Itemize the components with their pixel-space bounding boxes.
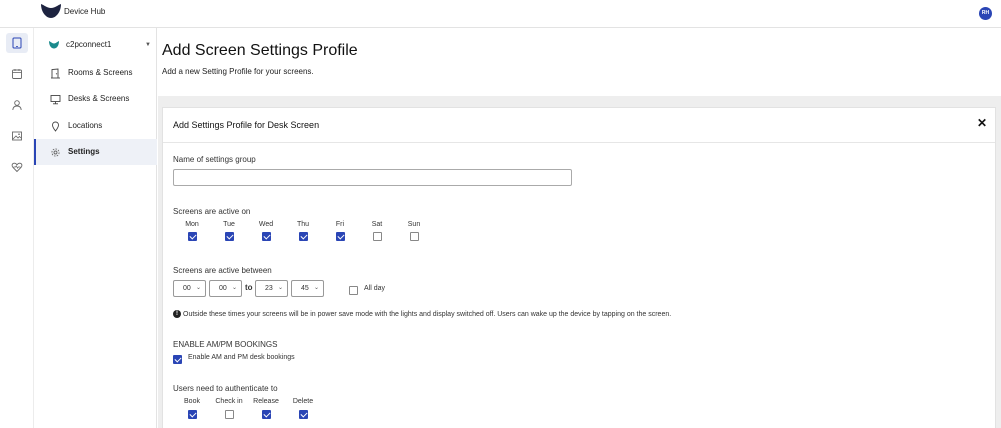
day-wed-checkbox[interactable] <box>261 232 271 241</box>
nav-item-label: Locations <box>68 121 103 130</box>
rail-person-button[interactable] <box>6 95 28 115</box>
chevron-down-icon: ⌄ <box>277 285 283 291</box>
day-name: Fri <box>335 221 345 228</box>
rail-tablet-button[interactable] <box>6 33 28 53</box>
day-sat-checkbox[interactable] <box>372 232 382 241</box>
day-fri-checkbox[interactable] <box>335 232 345 241</box>
select-value: 00 <box>219 285 227 292</box>
day-tue-checkbox[interactable] <box>224 232 234 241</box>
user-avatar[interactable]: RH <box>979 7 992 20</box>
select-value: 00 <box>183 285 191 292</box>
rail-image-button[interactable] <box>6 126 28 146</box>
card-title: Add Settings Profile for Desk Screen <box>173 120 320 130</box>
ampm-heading: ENABLE AM/PM BOOKINGS <box>173 340 278 349</box>
info-icon: ! <box>173 310 181 318</box>
auth-option-name: Delete <box>292 398 314 405</box>
day-name: Mon <box>185 221 199 228</box>
day-name: Tue <box>223 221 235 228</box>
tablet-icon <box>12 37 22 49</box>
day-wed: Wed <box>252 221 280 246</box>
auth-release-checkbox[interactable] <box>261 410 271 419</box>
select-value: 23 <box>265 285 273 292</box>
person-icon <box>12 100 22 111</box>
auth-delete: Delete <box>287 398 319 424</box>
day-thu: Thu <box>289 221 317 246</box>
monitor-icon <box>50 95 61 105</box>
name-field-label: Name of settings group <box>173 155 256 164</box>
ampm-label: Enable AM and PM desk bookings <box>188 354 295 361</box>
nav-item-label: Settings <box>68 147 100 156</box>
auth-check-in: Check in <box>213 398 245 424</box>
auth-book: Book <box>176 398 208 424</box>
end-minute-select[interactable]: 45 ⌄ <box>291 280 324 297</box>
active-on-label: Screens are active on <box>173 207 251 216</box>
close-button[interactable]: ✕ <box>976 116 988 130</box>
day-name: Wed <box>258 221 274 228</box>
auth-option-name: Check in <box>215 398 243 405</box>
start-hour-select[interactable]: 00 ⌄ <box>173 280 206 297</box>
card-header: Add Settings Profile for Desk Screen ✕ <box>163 108 995 143</box>
calendar-icon <box>12 69 22 79</box>
image-icon <box>12 131 22 141</box>
page-subtitle: Add a new Setting Profile for your scree… <box>162 67 314 76</box>
nav-item-label: Rooms & Screens <box>68 68 133 77</box>
all-day-label: All day <box>364 285 386 292</box>
location-pin-icon <box>52 121 59 132</box>
auth-book-checkbox[interactable] <box>187 410 197 419</box>
nav-item-desks-screens[interactable]: Desks & Screens <box>34 86 157 112</box>
active-between-label: Screens are active between <box>173 266 272 275</box>
door-icon <box>51 68 60 79</box>
icon-rail <box>0 28 34 428</box>
select-value: 45 <box>301 285 309 292</box>
ampm-checkbox[interactable] <box>173 355 182 364</box>
heart-pulse-icon <box>11 162 23 173</box>
gear-icon <box>51 148 60 157</box>
org-name: c2pconnect1 <box>66 40 112 49</box>
to-label: to <box>245 283 253 292</box>
page-header: Add Screen Settings Profile Add a new Se… <box>158 28 1001 96</box>
device-hub-logo <box>41 4 61 18</box>
app-title: Device Hub <box>64 7 106 16</box>
day-name: Sat <box>371 221 383 228</box>
power-save-note: ! Outside these times your screens will b… <box>173 310 671 318</box>
org-logo-icon <box>49 41 59 49</box>
rail-health-button[interactable] <box>6 157 28 177</box>
page-title: Add Screen Settings Profile <box>162 42 358 59</box>
auth-option-name: Book <box>184 398 200 405</box>
org-selector[interactable]: c2pconnect1 ▼ <box>34 34 157 56</box>
auth-label: Users need to authenticate to <box>173 384 278 393</box>
day-name: Thu <box>296 221 310 228</box>
end-hour-select[interactable]: 23 ⌄ <box>255 280 288 297</box>
side-nav: c2pconnect1 ▼ Rooms & Screens Desks & Sc… <box>34 28 157 428</box>
day-sun: Sun <box>400 221 428 246</box>
chevron-down-icon: ⌄ <box>231 285 237 291</box>
chevron-down-icon: ⌄ <box>195 285 201 291</box>
auth-check-in-checkbox[interactable] <box>224 410 234 419</box>
chevron-down-icon: ⌄ <box>313 285 319 291</box>
day-tue: Tue <box>215 221 243 246</box>
nav-item-rooms-screens[interactable]: Rooms & Screens <box>34 60 157 86</box>
chevron-down-icon: ▼ <box>145 42 151 48</box>
auth-release: Release <box>250 398 282 424</box>
day-sun-checkbox[interactable] <box>409 232 419 241</box>
nav-item-label: Desks & Screens <box>68 94 130 103</box>
rail-calendar-button[interactable] <box>6 64 28 84</box>
auth-delete-checkbox[interactable] <box>298 410 308 419</box>
auth-option-name: Release <box>253 398 279 405</box>
nav-item-settings[interactable]: Settings <box>34 139 157 165</box>
settings-profile-card: Add Settings Profile for Desk Screen ✕ N… <box>162 107 996 428</box>
day-mon: Mon <box>178 221 206 246</box>
all-day-checkbox[interactable] <box>349 286 358 295</box>
day-sat: Sat <box>363 221 391 246</box>
day-mon-checkbox[interactable] <box>187 232 197 241</box>
top-bar: Device Hub RH <box>0 0 1001 28</box>
nav-item-locations[interactable]: Locations <box>34 113 157 139</box>
note-text: Outside these times your screens will be… <box>183 310 672 318</box>
day-name: Sun <box>407 221 421 228</box>
settings-group-name-input[interactable] <box>173 169 572 186</box>
day-fri: Fri <box>326 221 354 246</box>
start-minute-select[interactable]: 00 ⌄ <box>209 280 242 297</box>
day-thu-checkbox[interactable] <box>298 232 308 241</box>
